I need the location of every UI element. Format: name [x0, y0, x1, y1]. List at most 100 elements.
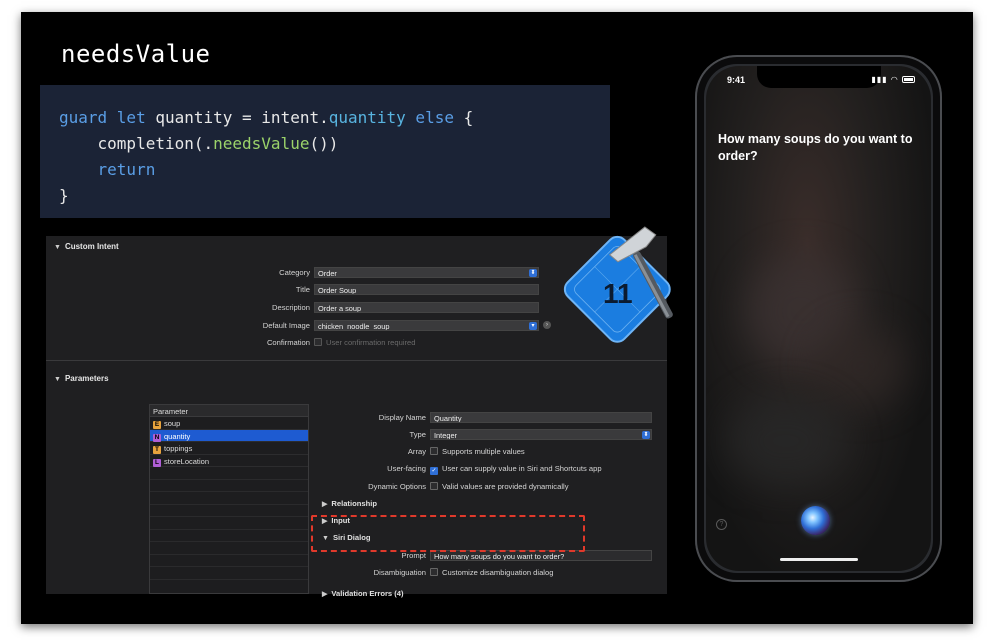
- array-text: Supports multiple values: [442, 447, 525, 456]
- section-title: Parameters: [64, 374, 109, 383]
- title-value: Order Soup: [318, 286, 357, 295]
- code-line-4: }: [59, 183, 610, 209]
- dynamic-options-text: Valid values are provided dynamically: [442, 482, 569, 491]
- status-icons: ▮▮▮ ◠: [871, 75, 915, 84]
- code-text: completion(.: [59, 134, 214, 153]
- relationship-section-header[interactable]: ▶ Relationship: [322, 499, 377, 508]
- confirmation-row: Confirmation: [46, 338, 310, 350]
- code-keyword: else: [405, 108, 454, 127]
- confirmation-label: Confirmation: [266, 338, 310, 347]
- category-label: Category: [279, 268, 310, 277]
- arrow-right-circle-icon[interactable]: ›: [543, 321, 551, 329]
- code-keyword: guard let: [59, 108, 146, 127]
- list-empty-row: [150, 530, 308, 542]
- category-value: Order: [318, 269, 337, 278]
- display-name-value: Quantity: [434, 414, 462, 423]
- section-title: Validation Errors (4): [331, 589, 404, 598]
- help-icon[interactable]: ?: [716, 519, 727, 530]
- description-row: Description: [46, 303, 310, 315]
- prompt-label: Prompt: [401, 551, 426, 560]
- array-row: Array: [46, 447, 426, 459]
- xcode-app-icon: 11: [563, 226, 673, 343]
- section-title: Custom Intent: [64, 242, 119, 251]
- type-value: Integer: [434, 431, 458, 440]
- confirmation-text: User confirmation required: [326, 338, 416, 347]
- code-keyword: return: [59, 160, 156, 179]
- description-value: Order a soup: [318, 304, 362, 313]
- validation-errors-section-header[interactable]: ▶ Validation Errors (4): [322, 589, 404, 598]
- description-field[interactable]: Order a soup: [314, 302, 539, 313]
- dynamic-options-row: Dynamic Options: [46, 482, 426, 494]
- xcode-version-number: 11: [603, 278, 633, 309]
- wifi-icon: ◠: [890, 75, 899, 84]
- checkbox-icon: [430, 482, 438, 490]
- type-label: Type: [409, 430, 426, 439]
- prompt-value: How many soups do you want to order?: [434, 552, 565, 561]
- description-label: Description: [272, 303, 310, 312]
- category-popup[interactable]: Order ⬍: [314, 267, 539, 278]
- code-line-3: return: [59, 157, 610, 183]
- array-checkbox[interactable]: Supports multiple values: [430, 447, 525, 456]
- default-image-popup[interactable]: chicken_noodle_soup ▾: [314, 320, 539, 331]
- code-line-1: guard let quantity = intent.quantity els…: [59, 105, 610, 131]
- user-facing-text: User can supply value in Siri and Shortc…: [442, 464, 602, 473]
- default-image-label: Default Image: [262, 321, 310, 330]
- disclosure-triangle-right-icon[interactable]: ▶: [322, 590, 327, 598]
- siri-screen: 9:41 ▮▮▮ ◠ How many soups do you want to…: [706, 66, 931, 571]
- parameters-section-header[interactable]: ▼ Parameters: [46, 368, 667, 386]
- code-function: needsValue: [213, 134, 310, 153]
- list-empty-row: [150, 517, 308, 530]
- code-line-2: completion(.needsValue()): [59, 131, 610, 157]
- user-facing-checkbox[interactable]: ✓ User can supply value in Siri and Short…: [430, 464, 602, 475]
- divider: [46, 360, 667, 361]
- checkbox-icon: [314, 338, 322, 346]
- array-label: Array: [407, 447, 426, 456]
- disambiguation-checkbox[interactable]: Customize disambiguation dialog: [430, 568, 553, 577]
- code-text: quantity = intent.: [145, 108, 329, 127]
- title-label: Title: [295, 285, 310, 294]
- disambiguation-label: Disambiguation: [373, 568, 426, 577]
- slide: needsValue guard let quantity = intent.q…: [21, 12, 973, 624]
- disclosure-triangle-icon[interactable]: ▼: [54, 244, 61, 251]
- chevron-updown-icon: ⬍: [529, 269, 537, 277]
- slide-title: needsValue: [61, 40, 211, 68]
- checkbox-icon: [430, 447, 438, 455]
- category-row: Category: [46, 268, 310, 280]
- notch: [757, 66, 881, 88]
- disclosure-triangle-right-icon[interactable]: ▶: [322, 500, 327, 508]
- default-image-row: Default Image: [46, 321, 310, 333]
- code-text: }: [59, 186, 69, 205]
- title-row: Title: [46, 285, 310, 297]
- title-field[interactable]: Order Soup: [314, 284, 539, 295]
- chevron-updown-icon: ⬍: [642, 431, 650, 439]
- checkmark-icon: ✓: [430, 467, 438, 475]
- list-empty-row: [150, 505, 308, 517]
- siri-dialog-highlight-box: [311, 515, 585, 552]
- dynamic-options-checkbox[interactable]: Valid values are provided dynamically: [430, 482, 569, 491]
- code-text: ()): [309, 134, 339, 153]
- display-name-label: Display Name: [378, 413, 426, 422]
- dynamic-options-label: Dynamic Options: [368, 482, 426, 491]
- display-name-field[interactable]: Quantity: [430, 412, 652, 423]
- disambiguation-row: Disambiguation: [46, 568, 426, 580]
- iphone-device: 9:41 ▮▮▮ ◠ How many soups do you want to…: [695, 55, 942, 582]
- code-text: {: [453, 108, 474, 127]
- confirmation-checkbox[interactable]: User confirmation required: [314, 338, 415, 347]
- siri-prompt-text: How many soups do you want to order?: [718, 132, 913, 163]
- type-row: Type: [46, 430, 426, 442]
- siri-orb-icon[interactable]: [801, 506, 830, 535]
- home-indicator[interactable]: [780, 558, 858, 561]
- default-image-value: chicken_noodle_soup: [318, 322, 390, 331]
- user-facing-row: User-facing: [46, 464, 426, 476]
- battery-icon: [902, 76, 915, 83]
- user-facing-label: User-facing: [387, 464, 426, 473]
- section-title: Relationship: [331, 499, 377, 508]
- prompt-row: Prompt: [46, 551, 426, 563]
- cellular-signal-icon: ▮▮▮: [871, 75, 888, 84]
- type-popup[interactable]: Integer ⬍: [430, 429, 652, 440]
- chevron-down-icon: ▾: [529, 322, 537, 330]
- disclosure-triangle-icon[interactable]: ▼: [54, 376, 61, 383]
- checkbox-icon: [430, 568, 438, 576]
- code-block: guard let quantity = intent.quantity els…: [40, 85, 610, 218]
- status-time: 9:41: [727, 75, 746, 85]
